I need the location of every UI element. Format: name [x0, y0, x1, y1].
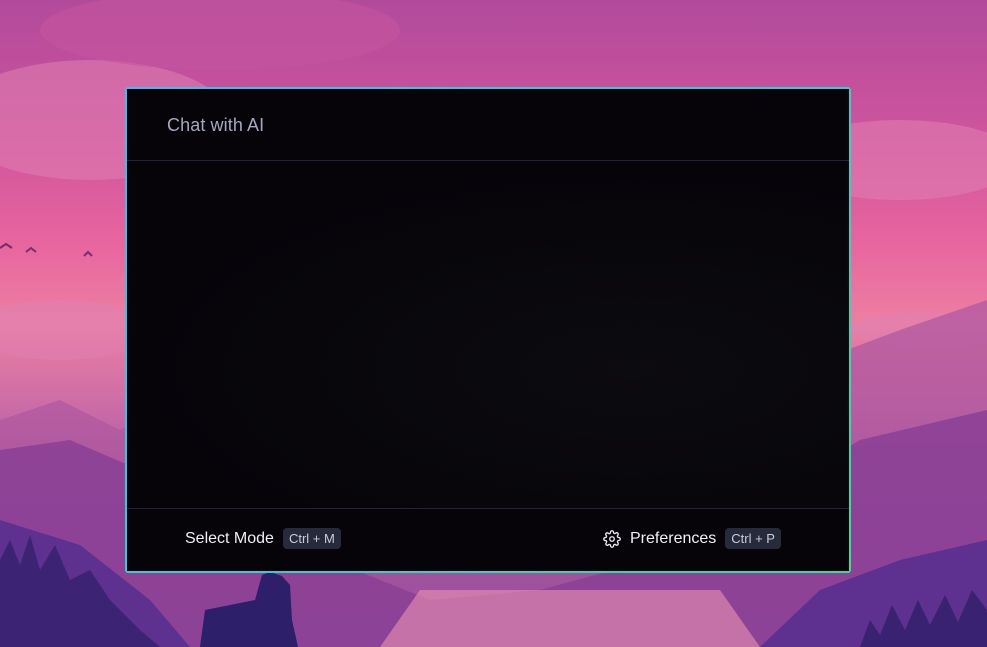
chat-window: Chat with AI Select Mode Ctrl + M Prefer… [127, 89, 849, 571]
preferences-shortcut: Ctrl + P [725, 528, 781, 549]
preferences-button[interactable]: Preferences Ctrl + P [603, 528, 781, 549]
chat-footer: Select Mode Ctrl + M Preferences Ctrl + … [127, 508, 849, 571]
select-mode-label: Select Mode [185, 529, 274, 547]
gear-icon [603, 529, 621, 548]
chat-header: Chat with AI [127, 89, 849, 161]
preferences-label: Preferences [630, 529, 717, 547]
chat-title: Chat with AI [167, 115, 265, 135]
select-mode-button[interactable]: Select Mode Ctrl + M [185, 528, 341, 549]
select-mode-shortcut: Ctrl + M [282, 528, 341, 549]
chat-message-area[interactable] [127, 161, 849, 508]
